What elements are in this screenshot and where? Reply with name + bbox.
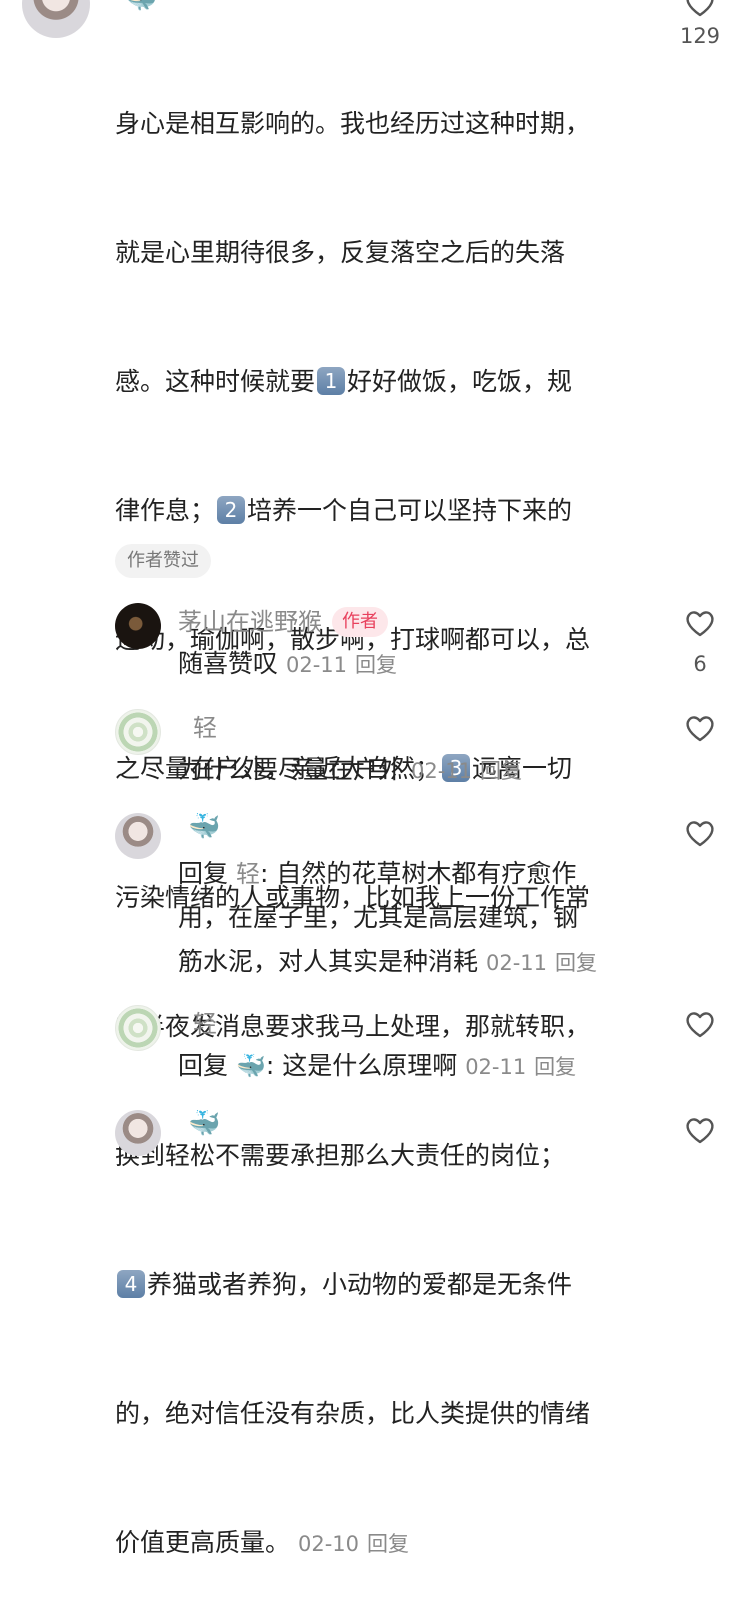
heart-icon[interactable]	[683, 606, 717, 640]
whale-icon[interactable]: 🐳	[236, 1052, 266, 1080]
avatar[interactable]	[115, 1110, 161, 1156]
avatar[interactable]	[22, 0, 90, 38]
number-1-icon: 1	[317, 367, 346, 395]
reply-button[interactable]: 回复	[367, 1532, 409, 1556]
heart-icon[interactable]	[683, 816, 717, 850]
reply-text: 为什么要尽量在户外 02-11 回复	[178, 755, 522, 784]
reply-date: 02-11	[285, 653, 347, 677]
reply-button[interactable]: 回复	[534, 1055, 576, 1079]
avatar[interactable]	[115, 1005, 161, 1051]
reply-text: 随喜赞叹 02-11 回复	[178, 649, 397, 678]
number-4-icon: 4	[117, 1270, 145, 1298]
author-liked-tag: 作者赞过	[115, 544, 211, 578]
avatar[interactable]	[115, 813, 161, 859]
whale-icon[interactable]: 🐳	[188, 812, 220, 842]
comment-date: 02-10	[297, 1532, 359, 1556]
heart-icon[interactable]	[683, 711, 717, 745]
reply-date: 02-11	[465, 1055, 527, 1079]
whale-icon: 🐳	[125, 0, 157, 14]
avatar[interactable]	[115, 709, 161, 755]
like-count: 129	[679, 24, 721, 48]
number-2-icon: 2	[217, 496, 246, 524]
reply-text: 回复 轻: 自然的花草树木都有疗愈作 用，在屋子里，尤其是高层建筑，钢 筋水泥，…	[178, 859, 597, 976]
username[interactable]: 茅山在逃野猴	[178, 608, 322, 636]
reply-date: 02-11	[410, 759, 472, 783]
heart-icon[interactable]	[683, 1007, 717, 1041]
author-tag: 作者	[332, 607, 388, 637]
whale-icon[interactable]: 🐳	[188, 1109, 220, 1139]
reply-button[interactable]: 回复	[480, 759, 522, 783]
reply-text: 回复 🐳: 这是什么原理啊 02-11 回复	[178, 1051, 577, 1080]
like-count: 6	[693, 652, 707, 676]
username[interactable]: 轻	[193, 710, 217, 746]
reply-date: 02-11	[485, 951, 547, 975]
reply-target[interactable]: 轻	[236, 860, 260, 888]
avatar[interactable]	[115, 603, 161, 649]
reply-button[interactable]: 回复	[355, 653, 397, 677]
reply-button[interactable]: 回复	[555, 951, 597, 975]
username[interactable]: 轻	[193, 1006, 217, 1042]
heart-icon[interactable]	[683, 0, 717, 20]
heart-icon[interactable]	[683, 1113, 717, 1147]
